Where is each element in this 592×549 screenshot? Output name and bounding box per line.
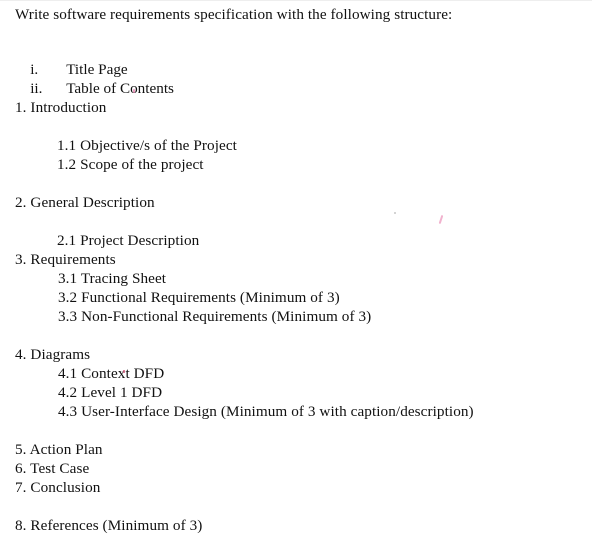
subsection-3-1-tracing-sheet: 3.1 Tracing Sheet <box>58 270 167 287</box>
section-8-references: 8. References (Minimum of 3) <box>15 517 203 534</box>
subsection-3-3-non-functional-requirements: 3.3 Non-Functional Requirements (Minimum… <box>58 308 372 325</box>
scan-artifact-speck <box>133 89 135 93</box>
section-4-diagrams: 4. Diagrams <box>15 346 91 363</box>
roman-label: Table of Contents <box>66 80 174 97</box>
section-2-general-description: 2. General Description <box>15 194 155 211</box>
section-5-action-plan: 5. Action Plan <box>15 441 103 458</box>
subsection-1-1-objectives: 1.1 Objective/s of the Project <box>57 137 237 154</box>
subsection-1-2-scope: 1.2 Scope of the project <box>57 156 204 173</box>
scan-artifact-speck <box>438 214 444 225</box>
subsection-2-1-project-description: 2.1 Project Description <box>57 232 200 249</box>
scan-edge-line <box>0 0 592 1</box>
section-7-conclusion: 7. Conclusion <box>15 479 101 496</box>
prompt-line: Write software requirements specificatio… <box>15 6 453 23</box>
subsection-4-1-context-dfd: 4.1 Context DFD <box>58 365 165 382</box>
scan-artifact-speck <box>394 212 396 214</box>
roman-marker: ii. <box>30 80 43 97</box>
subsection-4-2-level-1-dfd: 4.2 Level 1 DFD <box>58 384 163 401</box>
section-1-introduction: 1. Introduction <box>15 99 107 116</box>
document-page: Write software requirements specificatio… <box>0 0 592 549</box>
subsection-3-2-functional-requirements: 3.2 Functional Requirements (Minimum of … <box>58 289 340 306</box>
section-3-requirements: 3. Requirements <box>15 251 116 268</box>
section-6-test-case: 6. Test Case <box>15 460 90 477</box>
scan-artifact-speck <box>123 370 125 373</box>
subsection-4-3-user-interface-design: 4.3 User-Interface Design (Minimum of 3 … <box>58 403 474 420</box>
